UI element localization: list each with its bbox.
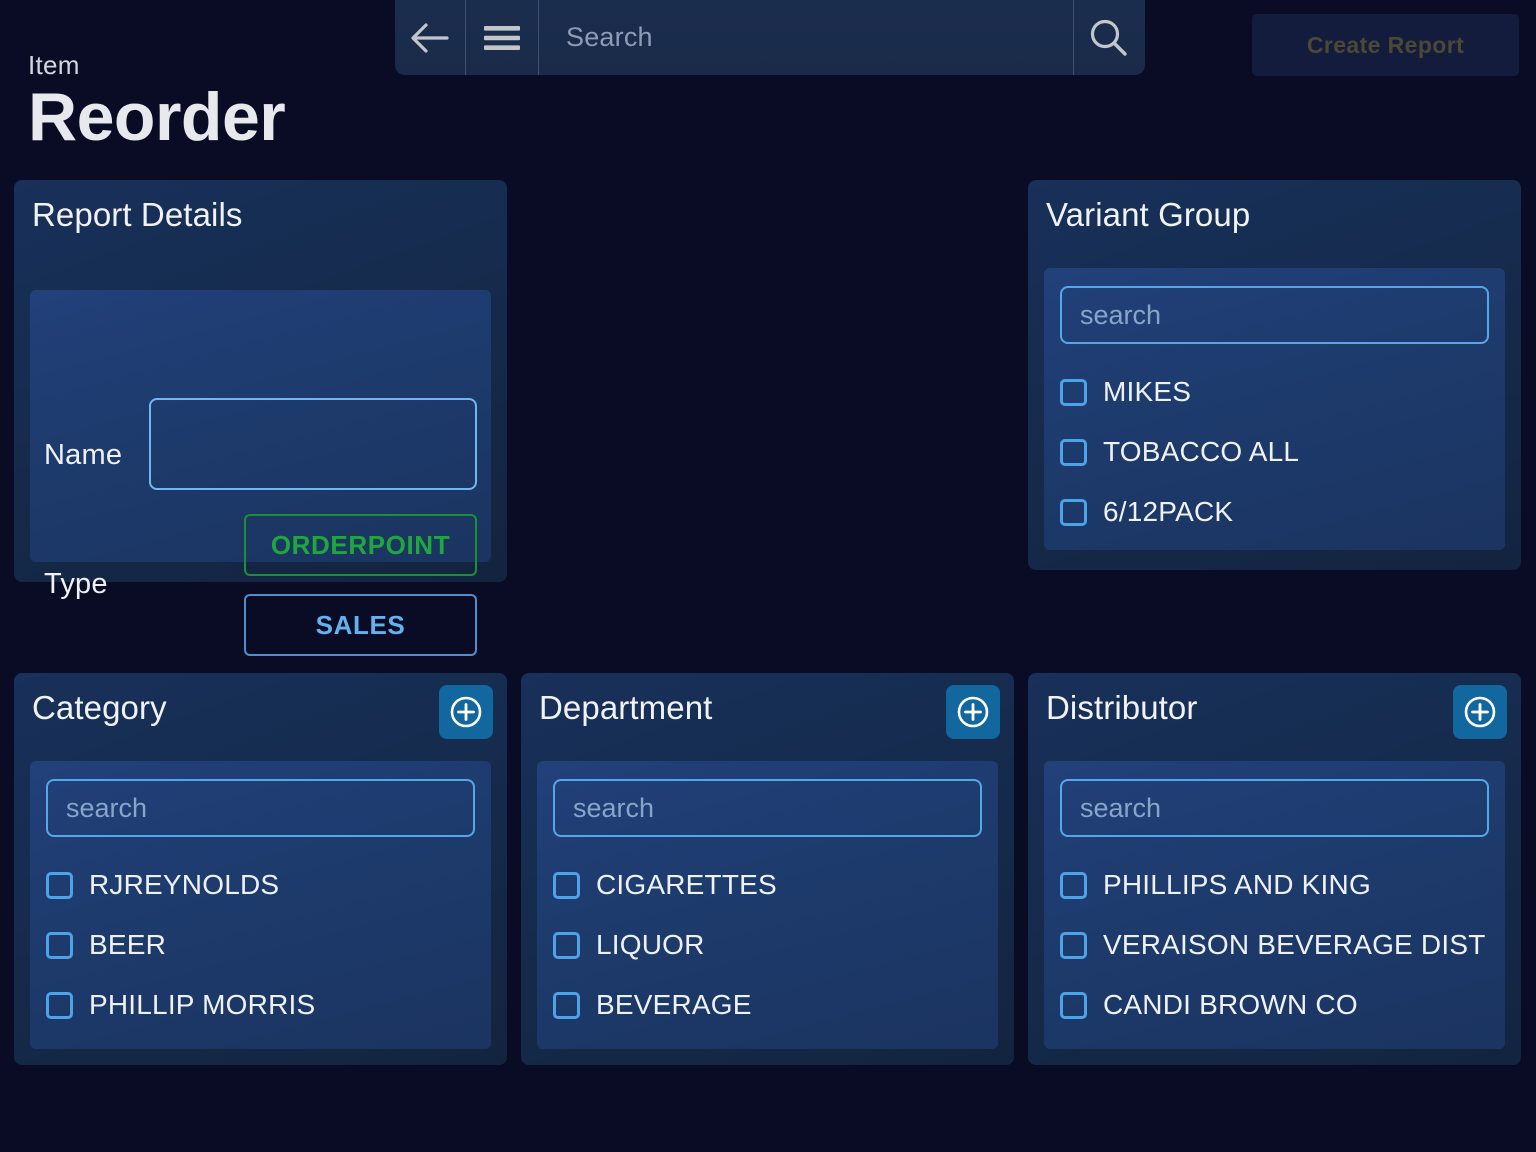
- checkbox[interactable]: [1060, 991, 1087, 1019]
- checkbox[interactable]: [1060, 498, 1087, 526]
- search-input[interactable]: Search: [566, 22, 653, 53]
- circle-plus-icon: [957, 696, 989, 728]
- add-department-button[interactable]: [946, 685, 1000, 739]
- distributor-option[interactable]: CANDI BROWN CO: [1060, 985, 1495, 1025]
- department-title: Department: [539, 689, 713, 726]
- add-category-button[interactable]: [439, 685, 493, 739]
- add-distributor-button[interactable]: [1453, 685, 1507, 739]
- distributor-option[interactable]: PHILLIPS AND KING: [1060, 865, 1495, 905]
- option-label: PHILLIPS AND KING: [1103, 869, 1371, 900]
- option-label: PHILLIP MORRIS: [89, 989, 316, 1020]
- checkbox[interactable]: [1060, 378, 1087, 406]
- back-button[interactable]: [395, 0, 465, 75]
- page-title: Reorder: [28, 79, 286, 155]
- checkbox[interactable]: [1060, 871, 1087, 899]
- department-search-input[interactable]: [553, 779, 982, 837]
- variant-group-panel: MIKES TOBACCO ALL 6/12PACK: [1044, 268, 1505, 550]
- name-label: Name: [44, 439, 123, 471]
- menu-button[interactable]: [465, 0, 538, 75]
- type-option-sales[interactable]: SALES: [244, 594, 477, 656]
- distributor-panel: PHILLIPS AND KING VERAISON BEVERAGE DIST…: [1044, 761, 1505, 1049]
- name-input[interactable]: [149, 398, 477, 490]
- app-root: Search Create Report Item Reorder Report…: [0, 0, 1536, 1152]
- variant-group-card: Variant Group MIKES TOBACCO ALL 6/12PACK: [1028, 180, 1521, 570]
- department-option[interactable]: BEVERAGE: [553, 985, 988, 1025]
- category-panel: RJREYNOLDS BEER PHILLIP MORRIS: [30, 761, 491, 1049]
- report-details-panel: Name Type ORDERPOINT SALES: [30, 290, 491, 656]
- option-label: TOBACCO ALL: [1103, 436, 1300, 467]
- option-label: BEER: [89, 929, 167, 960]
- variant-group-option[interactable]: 6/12PACK: [1060, 492, 1495, 532]
- report-details-card: Report Details Name Type ORDERPOINT SALE…: [14, 180, 507, 656]
- category-option[interactable]: RJREYNOLDS: [46, 865, 481, 905]
- page-eyebrow: Item: [28, 50, 80, 80]
- variant-group-option[interactable]: TOBACCO ALL: [1060, 432, 1495, 472]
- report-details-title: Report Details: [32, 196, 243, 233]
- checkbox[interactable]: [1060, 438, 1087, 466]
- department-option[interactable]: LIQUOR: [553, 925, 988, 965]
- type-label: Type: [44, 568, 108, 600]
- option-label: VERAISON BEVERAGE DIST: [1103, 929, 1486, 960]
- checkbox[interactable]: [1060, 931, 1087, 959]
- search-submit-button[interactable]: [1073, 0, 1145, 75]
- divider: [538, 0, 539, 75]
- category-option[interactable]: PHILLIP MORRIS: [46, 985, 481, 1025]
- option-label: CIGARETTES: [596, 869, 777, 900]
- department-option[interactable]: CIGARETTES: [553, 865, 988, 905]
- circle-plus-icon: [1464, 696, 1496, 728]
- type-option-orderpoint[interactable]: ORDERPOINT: [244, 514, 477, 576]
- option-label: CANDI BROWN CO: [1103, 989, 1358, 1020]
- option-label: RJREYNOLDS: [89, 869, 280, 900]
- hamburger-menu-icon: [483, 25, 520, 50]
- category-title: Category: [32, 689, 167, 726]
- checkbox[interactable]: [553, 991, 580, 1019]
- option-label: BEVERAGE: [596, 989, 752, 1020]
- variant-group-search-input[interactable]: [1060, 286, 1489, 344]
- checkbox[interactable]: [553, 871, 580, 899]
- checkbox[interactable]: [46, 871, 73, 899]
- variant-group-option[interactable]: MIKES: [1060, 372, 1495, 412]
- department-panel: CIGARETTES LIQUOR BEVERAGE: [537, 761, 998, 1049]
- distributor-search-input[interactable]: [1060, 779, 1489, 837]
- distributor-title: Distributor: [1046, 689, 1198, 726]
- department-card: Department CIGARETTES LIQUOR BEVERAGE: [521, 673, 1014, 1065]
- option-label: LIQUOR: [596, 929, 705, 960]
- option-label: 6/12PACK: [1103, 496, 1234, 527]
- category-card: Category RJREYNOLDS BEER PHILLIP MORRIS: [14, 673, 507, 1065]
- global-search-field[interactable]: Search: [538, 0, 1073, 75]
- category-option[interactable]: BEER: [46, 925, 481, 965]
- distributor-option[interactable]: VERAISON BEVERAGE DIST: [1060, 925, 1495, 965]
- create-report-button[interactable]: Create Report: [1252, 14, 1519, 76]
- arrow-left-icon: [411, 22, 449, 53]
- divider: [465, 0, 466, 75]
- checkbox[interactable]: [46, 931, 73, 959]
- checkbox[interactable]: [553, 931, 580, 959]
- top-search-bar: Search: [395, 0, 1145, 75]
- divider: [1073, 0, 1074, 75]
- checkbox[interactable]: [46, 991, 73, 1019]
- distributor-card: Distributor PHILLIPS AND KING VERAISON B…: [1028, 673, 1521, 1065]
- magnifier-icon: [1090, 19, 1127, 56]
- variant-group-title: Variant Group: [1046, 196, 1251, 233]
- circle-plus-icon: [450, 696, 482, 728]
- option-label: MIKES: [1103, 376, 1192, 407]
- category-search-input[interactable]: [46, 779, 475, 837]
